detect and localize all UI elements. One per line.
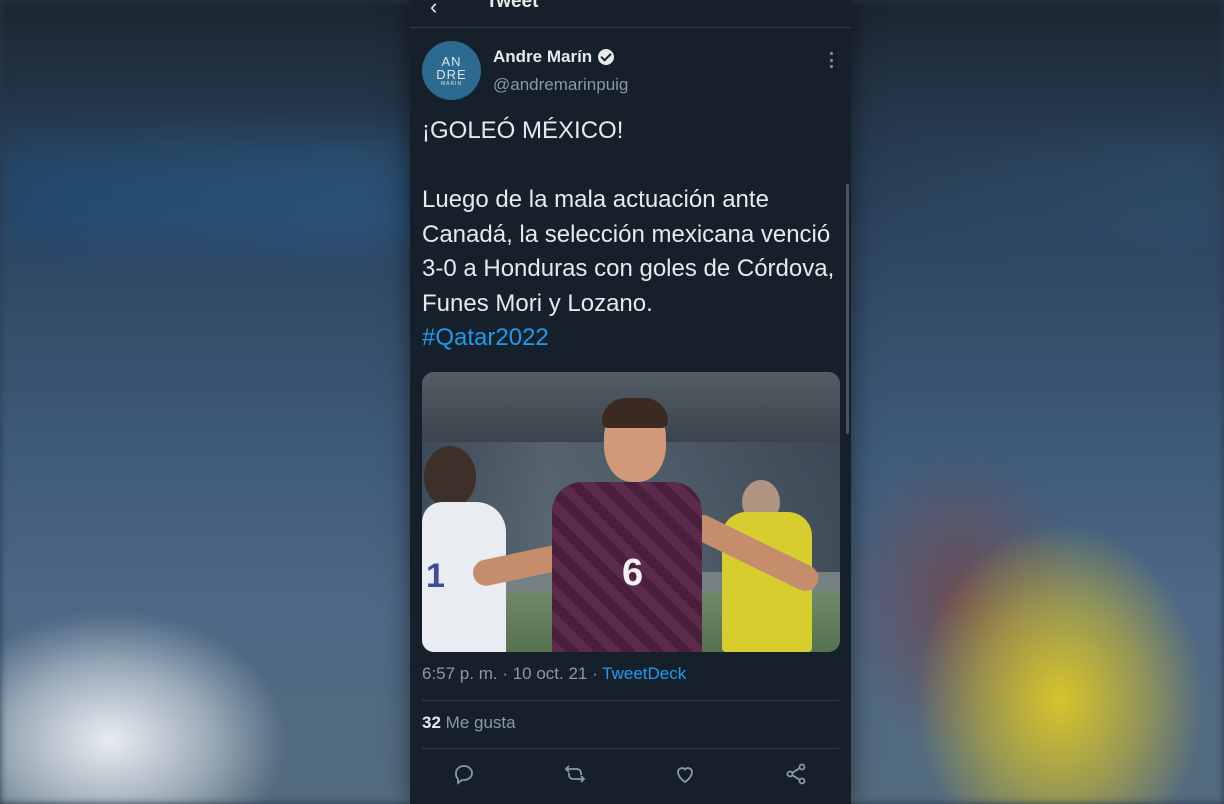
author-name: Andre Marín [493,47,593,66]
likes-label: Me gusta [445,713,516,732]
top-bar: ‹ Tweet [410,0,851,28]
tweet-photo[interactable]: 1 6 [422,372,840,652]
author-handle[interactable]: @andremarinpuig [493,75,628,95]
share-icon[interactable] [784,762,808,786]
scrollbar[interactable] [846,184,849,434]
divider [422,700,839,701]
back-arrow-icon[interactable]: ‹ [430,0,437,20]
verified-badge-icon [598,49,615,65]
avatar-text-line-1: AN [441,53,462,69]
divider [422,748,839,749]
retweet-icon[interactable] [563,762,587,786]
player-jersey-number: 6 [622,552,644,594]
tweet-source-link[interactable]: TweetDeck [602,664,686,683]
reply-icon[interactable] [452,762,476,786]
tweet-body: ¡GOLEÓ MÉXICO! Luego de la mala actuació… [422,114,847,356]
avatar-text-line-3: MARIN [440,80,463,87]
avatar-text-line-2: DRE [436,66,467,82]
tweet-timestamp: 6:57 p. m. · 10 oct. 21 · [422,664,603,683]
action-bar [410,756,851,792]
avatar[interactable]: AN DRE MARIN [422,41,481,100]
opponent-jersey-number: 1 [426,557,445,595]
page-title: Tweet [486,0,539,12]
tweet-metadata: 6:57 p. m. · 10 oct. 21 · TweetDeck [422,664,686,684]
hashtag-link[interactable]: #Qatar2022 [422,324,549,351]
heart-icon[interactable] [673,762,697,786]
tweet-screen: ‹ Tweet AN DRE MARIN Andre Marín @andrem… [410,0,851,804]
more-options-icon[interactable] [829,52,833,68]
likes-count: 32 [422,713,441,732]
likes-summary[interactable]: 32 Me gusta [422,713,516,733]
tweet-text: ¡GOLEÓ MÉXICO! Luego de la mala actuació… [422,117,835,317]
author-name-row[interactable]: Andre Marín [493,47,615,67]
